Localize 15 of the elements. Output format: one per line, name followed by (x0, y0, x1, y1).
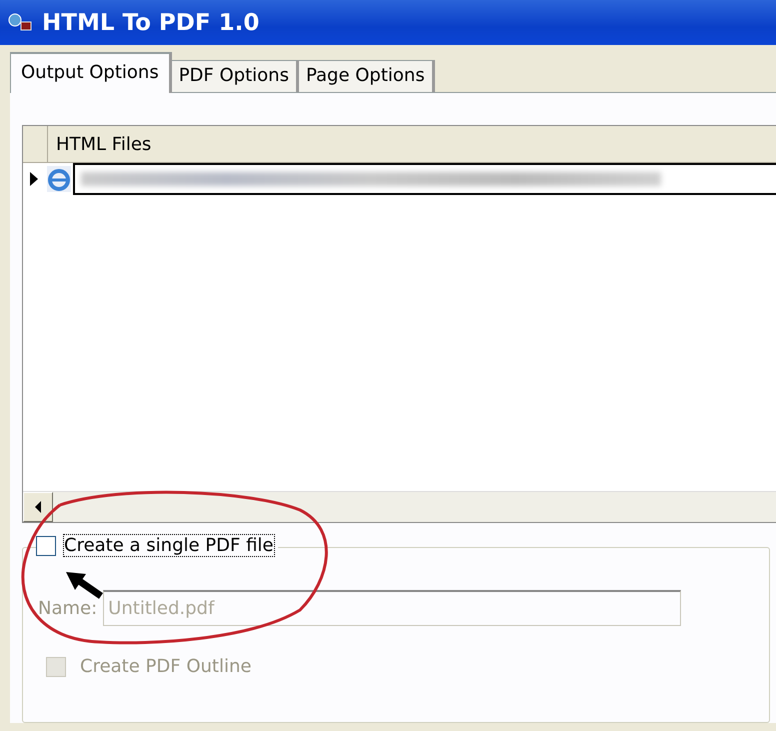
window-title: HTML To PDF 1.0 (42, 10, 260, 36)
scroll-left-button[interactable] (23, 492, 53, 522)
tab[interactable]: Page Options (298, 60, 435, 92)
name-label: Name: (38, 598, 98, 618)
checkbox-label[interactable]: Create a single PDF file (64, 535, 274, 556)
checkbox-label: Create PDF Outline (80, 656, 252, 677)
checkbox[interactable] (36, 536, 56, 556)
left-arrow-icon (34, 501, 42, 513)
arrow-icon (66, 572, 103, 599)
app-icon (8, 12, 34, 32)
tab[interactable]: Output Options (10, 52, 172, 93)
file-path-cell[interactable] (73, 163, 776, 195)
web-page-icon (47, 166, 71, 192)
tab[interactable]: PDF Options (172, 60, 299, 92)
column-header[interactable]: HTML Files (48, 126, 160, 162)
